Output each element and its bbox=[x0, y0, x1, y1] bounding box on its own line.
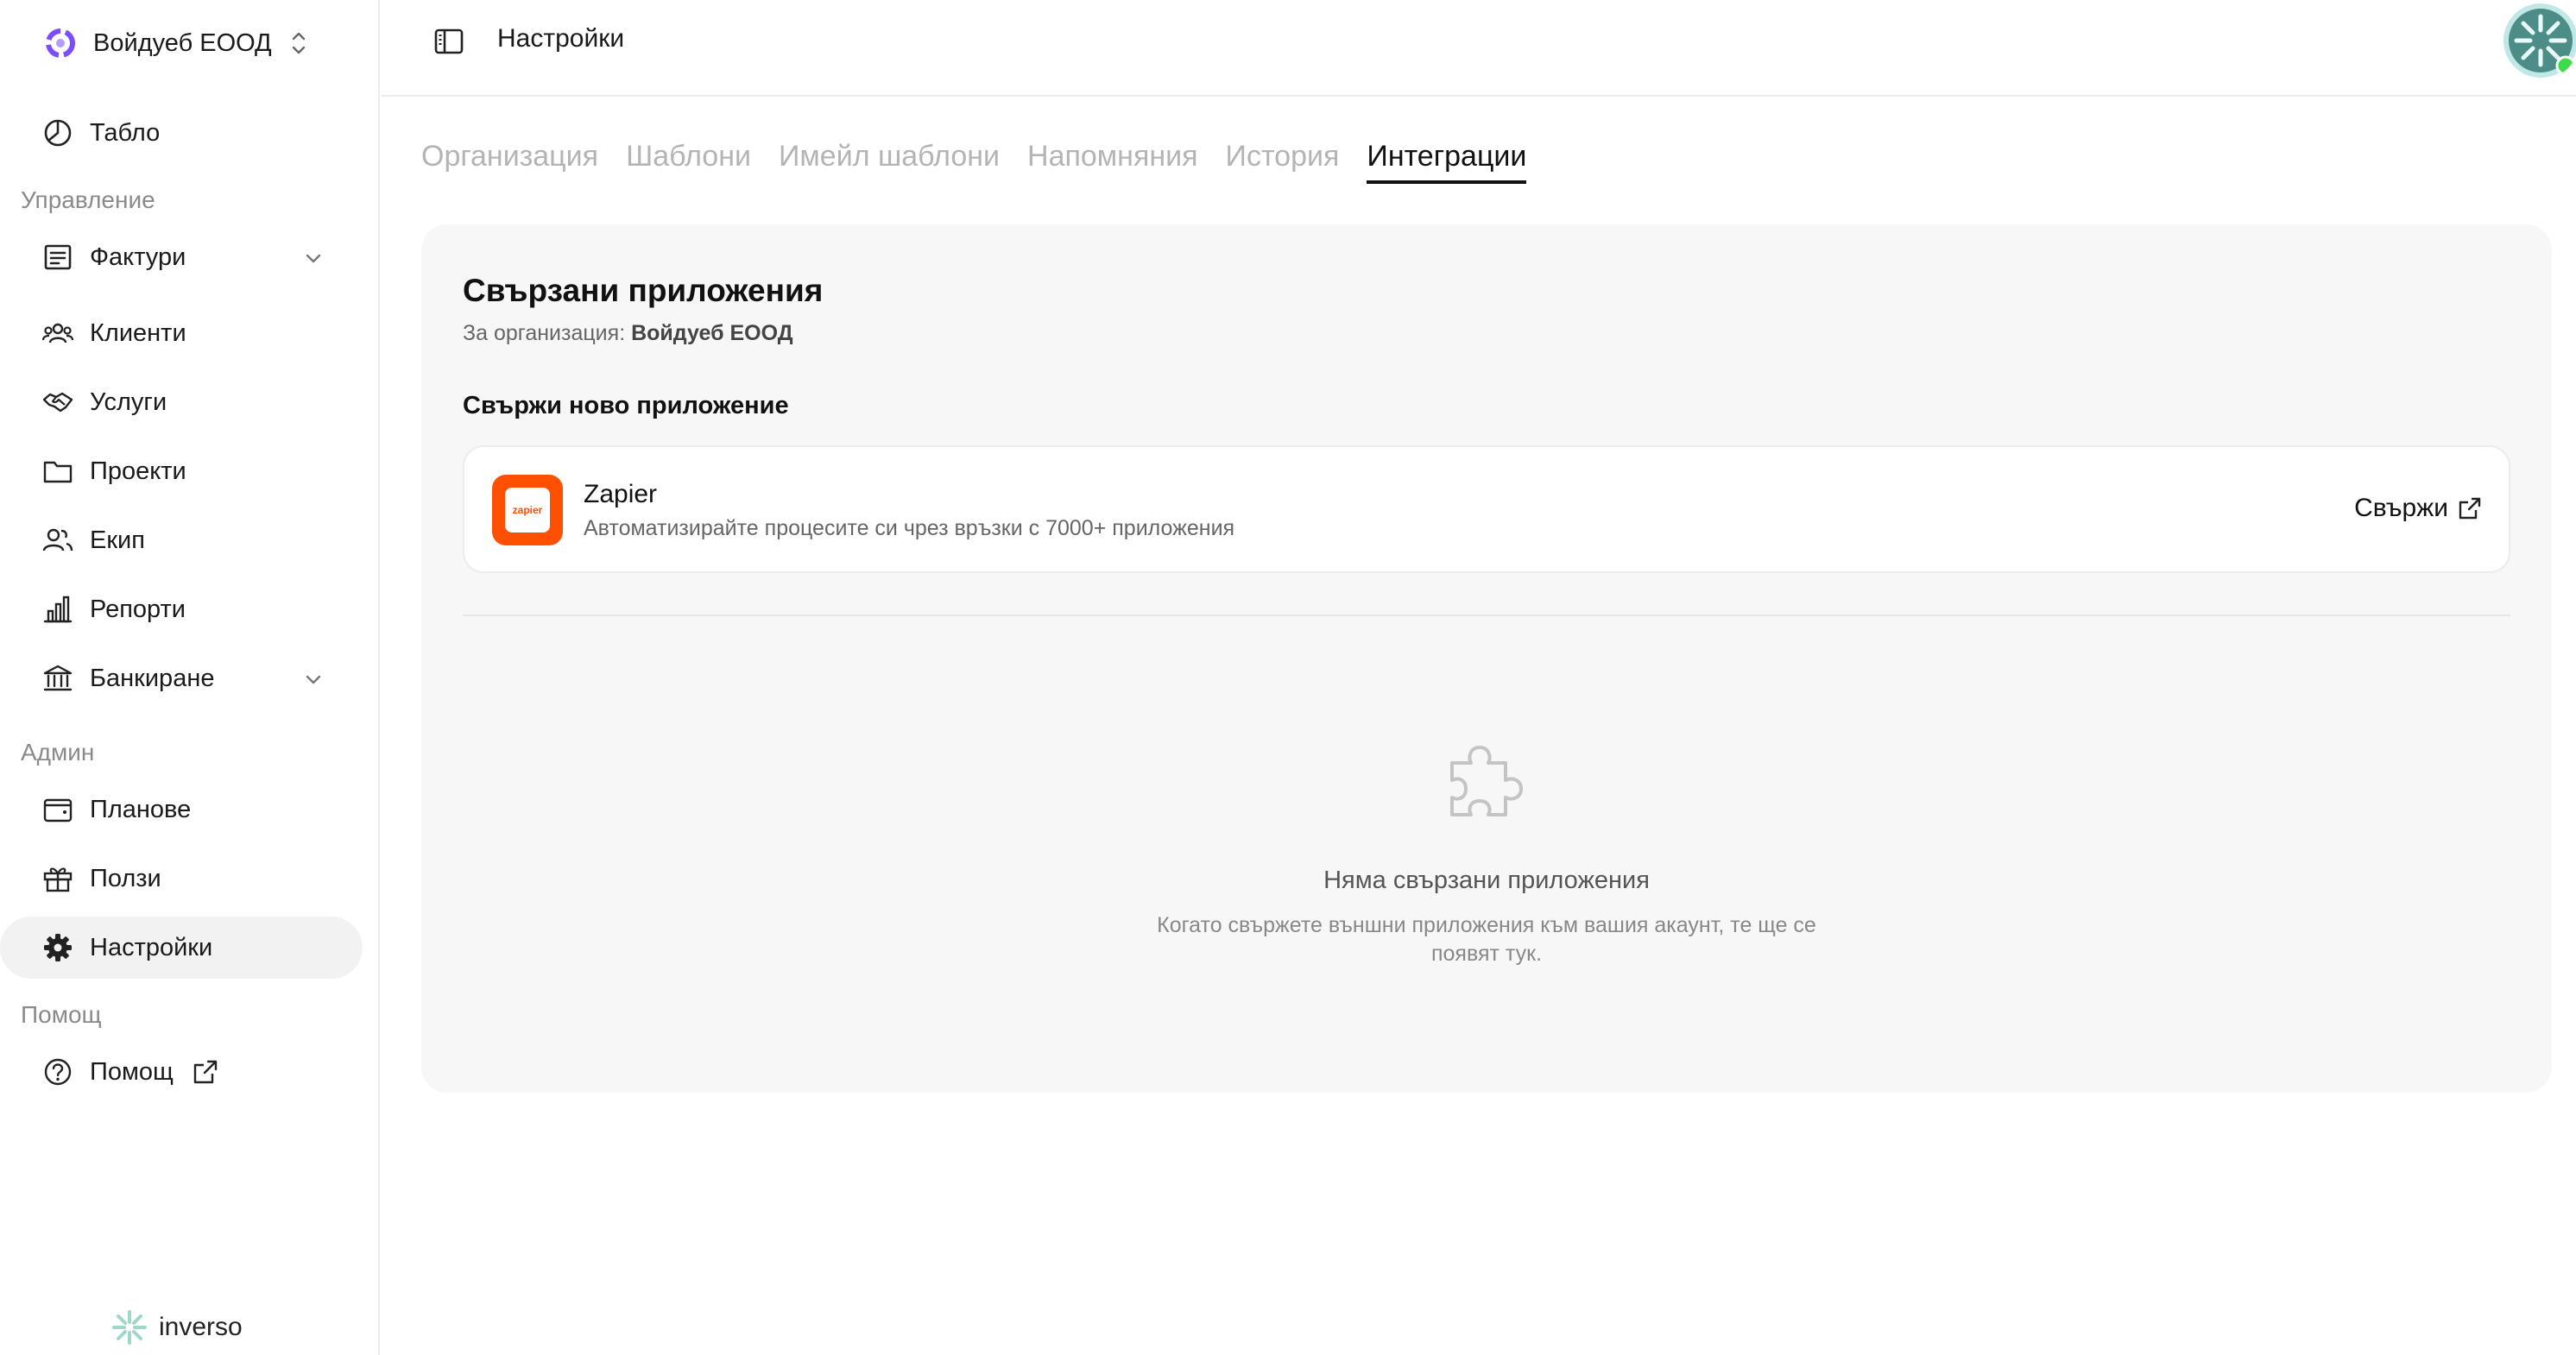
sidebar-item-label: Настройки bbox=[90, 933, 213, 961]
subtitle-organization: Войдуеб ЕООД bbox=[631, 321, 793, 345]
tab-templates[interactable]: Шаблони bbox=[626, 140, 751, 184]
page-title: Настройки bbox=[497, 24, 625, 53]
user-avatar[interactable] bbox=[2502, 2, 2576, 79]
tab-history[interactable]: История bbox=[1226, 140, 1340, 184]
brand-name: inverso bbox=[159, 1313, 243, 1341]
bank-icon bbox=[43, 665, 73, 691]
tab-organization[interactable]: Организация bbox=[421, 140, 598, 184]
card-title: Свързани приложения bbox=[463, 273, 824, 308]
tab-integrations[interactable]: Интеграции bbox=[1367, 140, 1527, 184]
sidebar-item-help[interactable]: Помощ bbox=[0, 1041, 363, 1103]
sidebar-item-benefits[interactable]: Ползи bbox=[0, 848, 363, 910]
app-description: Автоматизирайте процесите си чрез връзки… bbox=[584, 516, 1235, 540]
subtitle-prefix: За организация: bbox=[463, 321, 626, 345]
sidebar-item-plans[interactable]: Планове bbox=[0, 778, 363, 841]
empty-state-text: Когато свържете външни приложения към ва… bbox=[1157, 913, 1816, 966]
sidebar-item-services[interactable]: Услуги bbox=[0, 371, 363, 433]
connect-new-app-heading: Свържи ново приложение bbox=[463, 392, 789, 419]
chevron-down-icon[interactable] bbox=[302, 247, 325, 269]
sidebar-item-banking[interactable]: Банкиране bbox=[0, 647, 363, 709]
tab-reminders[interactable]: Напомняния bbox=[1027, 140, 1198, 184]
clients-icon bbox=[41, 323, 74, 343]
sidebar-item-reports[interactable]: Репорти bbox=[0, 578, 363, 640]
folder-icon bbox=[43, 461, 73, 483]
pie-chart-icon bbox=[44, 119, 72, 147]
sidebar-item-team[interactable]: Екип bbox=[0, 509, 363, 571]
sidebar-item-label: Планове bbox=[90, 795, 192, 823]
integrations-card: Свързани приложения За организация: Войд… bbox=[421, 224, 2552, 1093]
connect-button[interactable]: Свържи bbox=[2354, 494, 2483, 523]
empty-state-title: Няма свързани приложения bbox=[1323, 867, 1650, 894]
sidebar-item-label: Екип bbox=[90, 526, 145, 554]
sidebar-item-settings[interactable]: Настройки bbox=[0, 917, 363, 979]
help-icon bbox=[44, 1058, 72, 1086]
sidebar-toggle-icon[interactable] bbox=[432, 24, 466, 59]
chevron-up-down-icon bbox=[292, 32, 305, 54]
sidebar-item-label: Банкиране bbox=[90, 664, 215, 692]
wallet-icon bbox=[43, 798, 73, 822]
puzzle-icon bbox=[1450, 746, 1523, 816]
sidebar-item-label: Помощ bbox=[90, 1057, 174, 1086]
organization-switcher[interactable]: Войдуеб ЕООД bbox=[43, 21, 328, 66]
sidebar-item-label: Ползи bbox=[90, 864, 161, 892]
sidebar-item-invoices[interactable]: Фактури bbox=[0, 226, 363, 288]
sidebar-item-label: Услуги bbox=[90, 388, 167, 416]
gift-icon bbox=[43, 867, 73, 892]
sidebar-item-label: Клиенти bbox=[90, 318, 186, 347]
sidebar-item-dashboard[interactable]: Табло bbox=[0, 102, 363, 164]
invoice-icon bbox=[44, 244, 72, 270]
section-title-management: Управление bbox=[21, 186, 155, 213]
divider bbox=[463, 614, 2510, 616]
bar-chart-icon bbox=[43, 596, 73, 623]
team-icon bbox=[42, 528, 73, 551]
sidebar-item-clients[interactable]: Клиенти bbox=[0, 302, 363, 364]
app-row-zapier: zapier Zapier Автоматизирайте процесите … bbox=[463, 445, 2510, 573]
organization-logo-icon bbox=[46, 28, 75, 58]
sidebar-item-label: Проекти bbox=[90, 457, 186, 485]
inverso-logo-icon bbox=[112, 1310, 147, 1345]
external-link-icon bbox=[193, 1060, 218, 1084]
gear-icon bbox=[44, 934, 72, 961]
sidebar: Войдуеб ЕООД Табло Управление Фактури Кл… bbox=[0, 0, 380, 1355]
card-subtitle: За организация: Войдуеб ЕООД bbox=[463, 321, 793, 346]
handshake-icon bbox=[42, 392, 73, 413]
section-title-help: Помощ bbox=[21, 1001, 102, 1028]
chevron-down-icon[interactable] bbox=[302, 668, 325, 690]
sidebar-item-label: Фактури bbox=[90, 243, 186, 271]
organization-name: Войдуеб ЕООД bbox=[93, 28, 272, 57]
section-title-admin: Админ bbox=[21, 739, 95, 766]
app-name: Zapier bbox=[584, 480, 658, 508]
zapier-logo-text: zapier bbox=[505, 488, 550, 533]
connect-label: Свържи bbox=[2354, 494, 2448, 522]
sidebar-item-label: Табло bbox=[90, 118, 161, 147]
sidebar-item-label: Репорти bbox=[90, 595, 186, 623]
tab-email-templates[interactable]: Имейл шаблони bbox=[779, 140, 1000, 184]
external-link-icon bbox=[2459, 497, 2481, 520]
brand: inverso bbox=[110, 1308, 243, 1346]
sidebar-item-projects[interactable]: Проекти bbox=[0, 440, 363, 502]
zapier-logo-icon: zapier bbox=[492, 475, 563, 545]
top-bar: Настройки bbox=[382, 0, 2576, 97]
settings-tabs: Организация Шаблони Имейл шаблони Напомн… bbox=[421, 140, 1554, 184]
